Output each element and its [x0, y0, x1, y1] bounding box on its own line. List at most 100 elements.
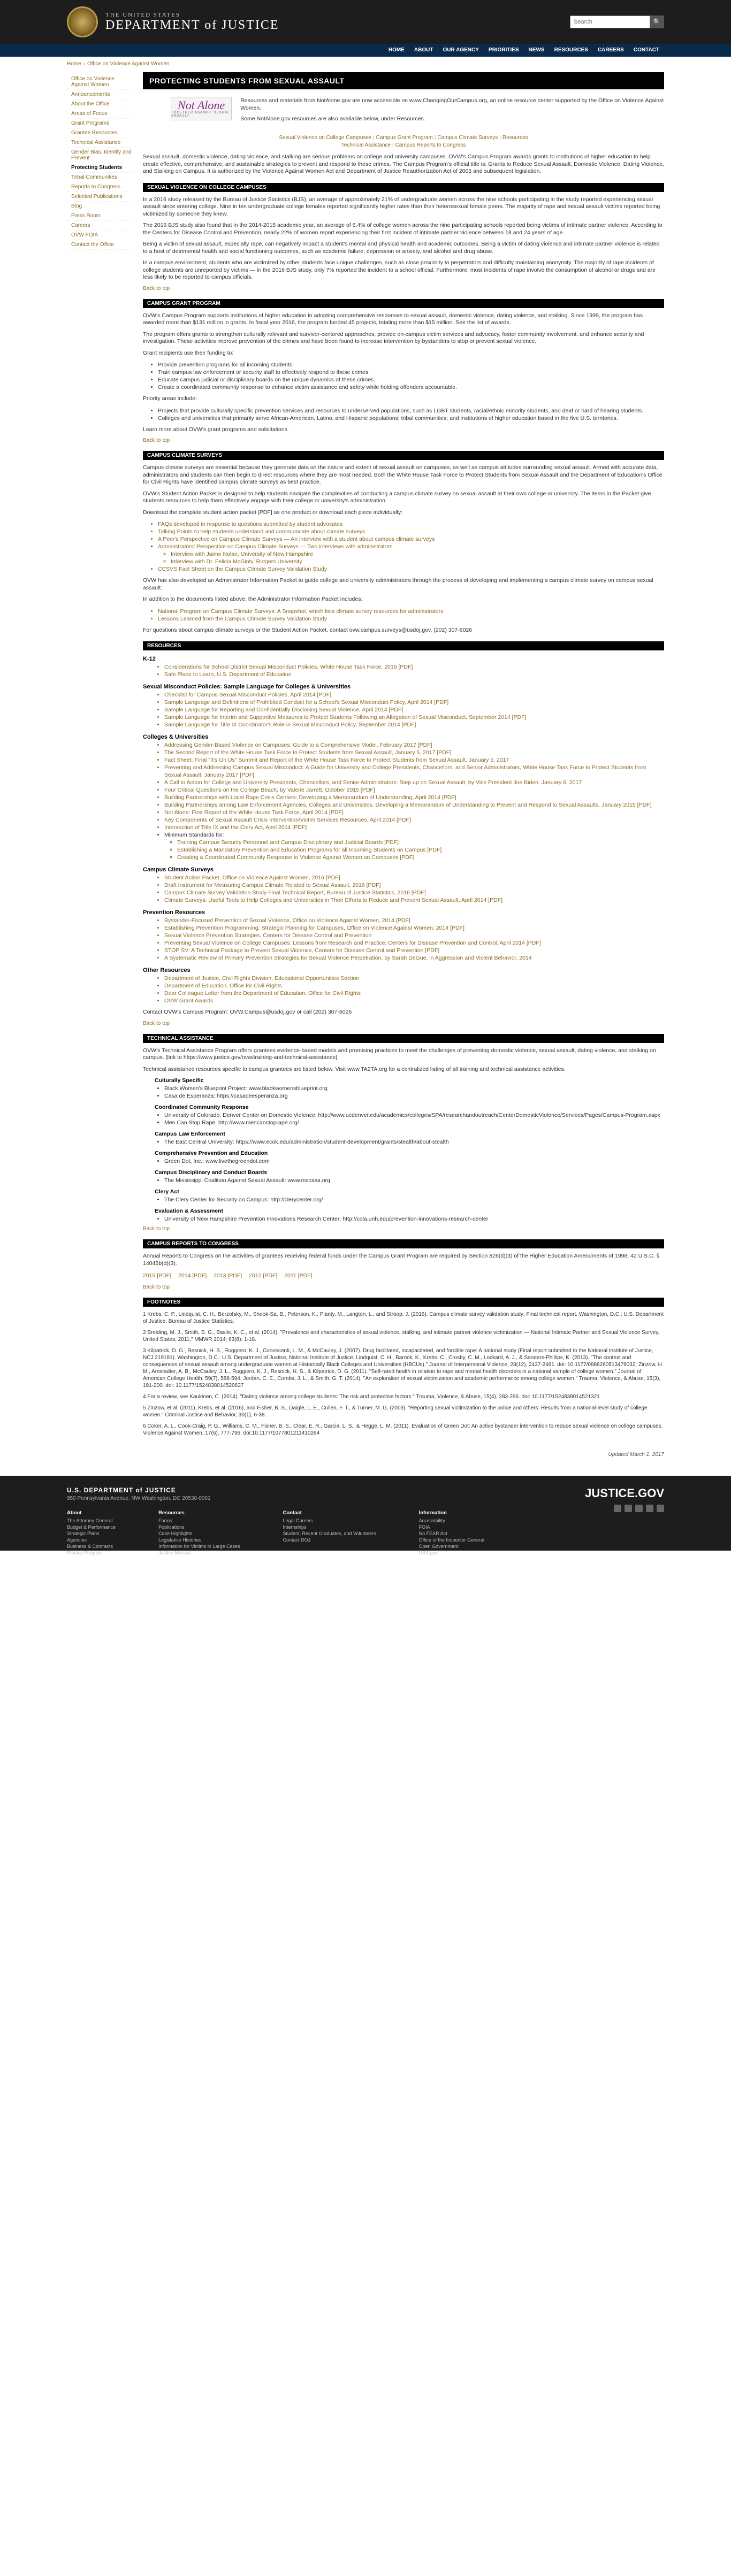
- resource-link[interactable]: Intersection of Title IX and the Clery A…: [164, 824, 664, 831]
- search-input[interactable]: [570, 16, 650, 28]
- footer-link[interactable]: Publications: [158, 1524, 240, 1530]
- footer-link[interactable]: The Attorney General: [67, 1517, 116, 1524]
- sidebar-item[interactable]: Reports to Congress: [67, 182, 135, 192]
- resource-link[interactable]: Sample Language for Title IX Coordinator…: [164, 721, 664, 729]
- site-title[interactable]: THE UNITED STATES DEPARTMENT of JUSTICE: [105, 12, 279, 33]
- notalone-logo[interactable]: Not Alone TOGETHER AGAINST SEXUAL ASSAUL…: [171, 97, 232, 120]
- section-link[interactable]: Resources: [502, 135, 528, 141]
- footer-link[interactable]: USA.gov: [419, 1550, 484, 1556]
- resource-link[interactable]: Sexual Violence Prevention Strategies, C…: [164, 932, 664, 939]
- resource-link[interactable]: Four Critical Questions on the College B…: [164, 786, 664, 794]
- footer-link[interactable]: Open Government: [419, 1543, 484, 1550]
- footer-link[interactable]: Internships: [283, 1524, 376, 1530]
- footer-brand[interactable]: U.S. DEPARTMENT of JUSTICE: [67, 1486, 557, 1494]
- resource-link[interactable]: Establishing Prevention Programming: Str…: [164, 924, 664, 932]
- resource-link[interactable]: Establishing a Mandatory Prevention and …: [177, 846, 664, 854]
- section-link[interactable]: Campus Reports to Congress: [395, 142, 466, 148]
- doj-seal-logo[interactable]: [67, 6, 98, 37]
- nav-item-our-agency[interactable]: OUR AGENCY: [438, 44, 483, 57]
- nav-item-news[interactable]: NEWS: [524, 44, 550, 57]
- resource-link[interactable]: Key Components of Sexual Assault Crisis …: [164, 816, 664, 824]
- sidebar-item[interactable]: Announcements: [67, 90, 135, 99]
- resource-link[interactable]: Dear Colleague Letter from the Departmen…: [164, 990, 664, 997]
- resource-link[interactable]: Creating a Coordinated Community Respons…: [177, 854, 664, 861]
- resource-link[interactable]: Fact Sheet: Final "It's On Us" Summit an…: [164, 756, 664, 764]
- report-link[interactable]: 2012 [PDF]: [249, 1272, 277, 1279]
- resource-link[interactable]: Addressing Gender-Based Violence on Camp…: [164, 741, 664, 749]
- ta-item[interactable]: The Mississippi Coalition Against Sexual…: [164, 1177, 664, 1184]
- sidebar-item[interactable]: Areas of Focus: [67, 109, 135, 119]
- footer-link[interactable]: Legislative Histories: [158, 1537, 240, 1543]
- nav-item-resources[interactable]: RESOURCES: [550, 44, 593, 57]
- resource-link[interactable]: Building Partnerships with Local Rape Cr…: [164, 794, 664, 801]
- resource-link[interactable]: Campus Climate Survey Validation Study F…: [164, 889, 664, 896]
- resource-link[interactable]: The Second Report of the White House Tas…: [164, 749, 664, 756]
- sidebar-item[interactable]: Tribal Communities: [67, 173, 135, 182]
- footer-link[interactable]: No FEAR Act: [419, 1530, 484, 1537]
- ta-item[interactable]: Black Women's Blueprint Project: www.bla…: [164, 1085, 664, 1092]
- resource-link[interactable]: OVW Grant Awards: [164, 997, 664, 1005]
- report-link[interactable]: 2015 [PDF]: [143, 1272, 171, 1279]
- footer-link[interactable]: Legal Careers: [283, 1517, 376, 1524]
- nav-item-priorities[interactable]: PRIORITIES: [484, 44, 524, 57]
- sidebar-item[interactable]: Grantee Resources: [67, 128, 135, 138]
- resource-link[interactable]: Preventing Sexual Violence on College Ca…: [164, 939, 664, 947]
- sidebar-item-active[interactable]: Protecting Students: [67, 163, 135, 173]
- ta-item[interactable]: University of New Hampshire Prevention I…: [164, 1215, 664, 1223]
- ta-item[interactable]: Green Dot, Inc.: www.livethegreendot.com: [164, 1157, 664, 1165]
- sidebar-item[interactable]: Grant Programs: [67, 119, 135, 128]
- footer-link[interactable]: Office of the Inspector General: [419, 1537, 484, 1543]
- sidebar-item[interactable]: Blog: [67, 202, 135, 211]
- resource-link[interactable]: Interview with Dr. Felicia McGinty, Rutg…: [171, 558, 664, 565]
- resource-link[interactable]: A Call to Action for College and Univers…: [164, 779, 664, 786]
- back-to-top-link[interactable]: Back to top: [143, 1226, 664, 1232]
- resource-link[interactable]: Checklist for Campus Sexual Misconduct P…: [164, 691, 664, 699]
- footer-link[interactable]: Budget & Performance: [67, 1524, 116, 1530]
- back-to-top-link[interactable]: Back to top: [143, 286, 664, 292]
- back-to-top-link[interactable]: Back to top: [143, 1021, 664, 1026]
- resource-link[interactable]: Not Alone: First Report of the White Hou…: [164, 809, 664, 816]
- resource-link[interactable]: Sample Language for Reporting and Confid…: [164, 706, 664, 714]
- section-link[interactable]: Sexual Violence on College Campuses: [279, 135, 371, 141]
- sidebar-item[interactable]: About the Office: [67, 99, 135, 109]
- footer-link[interactable]: Business & Contracts: [67, 1543, 116, 1550]
- sidebar-item[interactable]: Press Room: [67, 211, 135, 221]
- resource-link[interactable]: Preventing and Addressing Campus Sexual …: [164, 764, 664, 779]
- sidebar-item[interactable]: Selected Publications: [67, 192, 135, 202]
- footer-link[interactable]: Information for Victims in Large Cases: [158, 1543, 240, 1550]
- ta-item[interactable]: Men Can Stop Rape: http://www.mencanstop…: [164, 1119, 664, 1126]
- report-link[interactable]: 2014 [PDF]: [178, 1272, 207, 1279]
- footer-link[interactable]: Privacy Program: [67, 1550, 116, 1556]
- resource-link[interactable]: Training Campus Security Personnel and C…: [177, 839, 664, 846]
- nav-item-home[interactable]: HOME: [384, 44, 409, 57]
- report-link[interactable]: 2013 [PDF]: [214, 1272, 242, 1279]
- resource-link[interactable]: Department of Education, Office for Civi…: [164, 982, 664, 990]
- resource-link[interactable]: A Peer's Perspective on Campus Climate S…: [158, 535, 664, 543]
- resource-link[interactable]: Administrators' Perspective on Campus Cl…: [158, 543, 392, 550]
- resource-link[interactable]: Building Partnerships among Law Enforcem…: [164, 801, 664, 809]
- rss-icon[interactable]: [657, 1505, 664, 1512]
- resource-link[interactable]: Considerations for School District Sexua…: [164, 663, 664, 671]
- resource-link[interactable]: Lessons Learned from the Campus Climate …: [158, 615, 664, 623]
- resource-link[interactable]: Department of Justice, Civil Rights Divi…: [164, 975, 664, 982]
- section-link[interactable]: Technical Assistance: [341, 142, 391, 148]
- sidebar-item[interactable]: Office on Violence Against Women: [67, 74, 135, 90]
- footer-link[interactable]: Forms: [158, 1517, 240, 1524]
- footer-link[interactable]: Accessibility: [419, 1517, 484, 1524]
- footer-link[interactable]: Agencies: [67, 1537, 116, 1543]
- resource-link[interactable]: Climate Surveys: Useful Tools to Help Co…: [164, 896, 664, 904]
- resource-link[interactable]: Talking Points to help students understa…: [158, 528, 664, 535]
- back-to-top-link[interactable]: Back to top: [143, 438, 664, 443]
- footer-link[interactable]: Case Highlights: [158, 1530, 240, 1537]
- footer-link[interactable]: Contact DOJ: [283, 1537, 376, 1543]
- resource-link[interactable]: Safe Place to Learn, U.S. Department of …: [164, 671, 664, 678]
- resource-link[interactable]: Draft Instrument for Measuring Campus Cl…: [164, 881, 664, 889]
- section-link[interactable]: Campus Climate Surveys: [437, 135, 498, 141]
- resource-link[interactable]: Bystander-Focused Prevention of Sexual V…: [164, 917, 664, 924]
- facebook-icon[interactable]: [614, 1505, 621, 1512]
- justice-gov-logo[interactable]: JUSTICE.GOV: [557, 1486, 664, 1500]
- sidebar-item[interactable]: Technical Assistance: [67, 138, 135, 148]
- search-button[interactable]: 🔍: [650, 16, 664, 28]
- sidebar-item[interactable]: Careers: [67, 221, 135, 231]
- ta-item[interactable]: Casa de Esperanza: https://casadeesperan…: [164, 1092, 664, 1100]
